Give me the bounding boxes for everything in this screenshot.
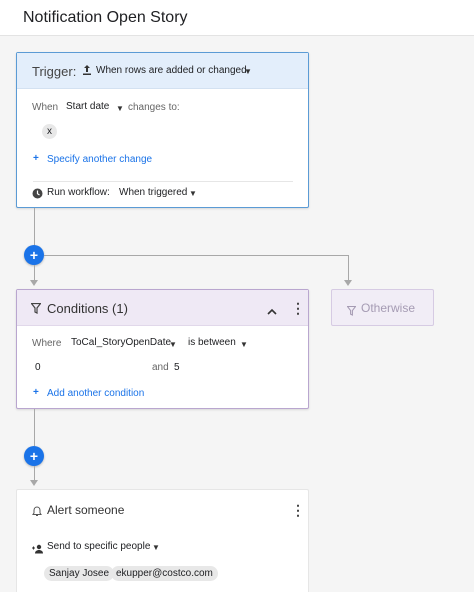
clock-icon: [32, 186, 43, 204]
chevron-down-icon: ▼: [116, 104, 124, 113]
connector-line: [348, 255, 349, 280]
trigger-card[interactable]: Trigger: When rows are added or changed …: [16, 52, 309, 208]
trigger-event-dropdown[interactable]: When rows are added or changed: [96, 65, 247, 76]
send-to-dropdown[interactable]: Send to specific people: [47, 541, 150, 552]
bell-icon: [32, 504, 42, 522]
and-label: and: [152, 362, 169, 373]
otherwise-card[interactable]: Otherwise: [331, 289, 434, 326]
person-add-icon: [32, 541, 44, 559]
conditions-header: Conditions (1) ⋮: [17, 290, 308, 326]
run-workflow-dropdown[interactable]: When triggered: [119, 187, 187, 198]
add-step-button[interactable]: +: [24, 245, 44, 265]
changes-to-label: changes to:: [128, 102, 180, 113]
arrow-down-icon: [30, 280, 38, 286]
workflow-canvas: Trigger: When rows are added or changed …: [0, 37, 474, 592]
filter-icon: [30, 301, 42, 319]
recipient-chip[interactable]: Sanjay Josee: [44, 566, 115, 581]
more-options-icon[interactable]: ⋮: [291, 503, 305, 517]
conditions-title: Conditions (1): [47, 301, 128, 316]
specify-change-link[interactable]: Specify another change: [47, 154, 152, 165]
recipient-chip[interactable]: ekupper@costco.com: [111, 566, 218, 581]
run-workflow-label: Run workflow:: [47, 187, 110, 198]
connector-line: [34, 409, 35, 446]
add-condition-link[interactable]: Add another condition: [47, 388, 144, 399]
operator-dropdown[interactable]: is between: [188, 337, 236, 348]
value-chip[interactable]: x: [42, 124, 57, 139]
where-label: Where: [32, 338, 62, 349]
page-title: Notification Open Story: [23, 9, 188, 26]
connector-line: [34, 466, 35, 480]
chevron-down-icon: ▼: [152, 543, 160, 552]
connector-line: [34, 265, 35, 280]
conditions-card[interactable]: Conditions (1) ⋮ Where ToCal_StoryOpenDa…: [16, 289, 309, 409]
alert-title: Alert someone: [47, 503, 125, 517]
filter-icon: [346, 303, 357, 321]
chevron-down-icon: ▼: [169, 340, 177, 349]
upload-icon: [81, 63, 93, 81]
chevron-down-icon: ▼: [244, 67, 252, 76]
value-to-field[interactable]: 5: [174, 362, 180, 373]
trigger-header: Trigger: When rows are added or changed …: [17, 53, 308, 89]
add-step-button[interactable]: +: [24, 446, 44, 466]
app-header: Notification Open Story: [0, 0, 474, 36]
chevron-up-icon[interactable]: [267, 302, 277, 320]
divider: [33, 181, 293, 182]
alert-card[interactable]: Alert someone ⋮ Send to specific people …: [16, 489, 309, 592]
trigger-label: Trigger:: [32, 64, 77, 79]
when-label: When: [32, 102, 59, 113]
plus-icon: +: [33, 153, 39, 164]
chevron-down-icon: ▼: [189, 189, 197, 198]
connector-line: [34, 208, 35, 246]
connector-line: [44, 255, 349, 256]
more-options-icon[interactable]: ⋮: [291, 301, 305, 315]
value-from-field[interactable]: 0: [35, 362, 41, 373]
chevron-down-icon: ▼: [240, 340, 248, 349]
plus-icon: +: [33, 387, 39, 398]
condition-field-dropdown[interactable]: ToCal_StoryOpenDate: [71, 337, 171, 348]
arrow-down-icon: [344, 280, 352, 286]
arrow-down-icon: [30, 480, 38, 486]
otherwise-label: Otherwise: [361, 301, 416, 315]
field-dropdown[interactable]: Start date: [66, 101, 109, 112]
